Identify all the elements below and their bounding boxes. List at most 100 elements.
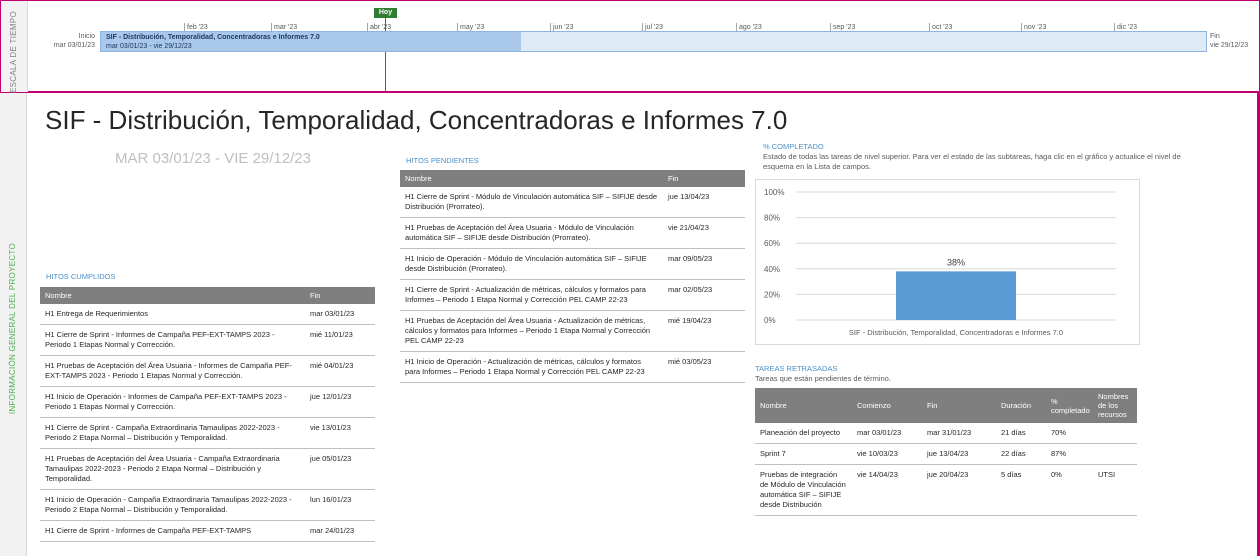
report-sidebar: INFORMACIÓN GENERAL DEL PROYECTO: [0, 93, 27, 556]
table-row[interactable]: H1 Inicio de Operación - Campaña Extraor…: [40, 489, 375, 521]
table-row[interactable]: H1 Cierre de Sprint - Campaña Extraordin…: [40, 417, 375, 449]
timescale-start: Inicio mar 03/01/23: [41, 32, 95, 50]
table-row[interactable]: Sprint 7 vie 10/03/23 jue 13/04/23 22 dí…: [755, 443, 1137, 465]
column-header-completado[interactable]: % completado: [1046, 388, 1093, 423]
chart-y-tick-label: 0%: [764, 316, 776, 325]
cell-name: H1 Cierre de Sprint - Campaña Extraordin…: [40, 417, 305, 449]
chart-data-label: 38%: [947, 257, 965, 267]
column-header-duracion[interactable]: Duración: [996, 388, 1046, 423]
table-row[interactable]: H1 Inicio de Operación - Módulo de Vincu…: [400, 248, 745, 280]
cell-fin: jue 13/04/23: [922, 443, 996, 465]
cell-resources: UTSI: [1093, 464, 1137, 516]
table-header-row: Nombre Fin: [40, 287, 375, 304]
cell-fin: jue 13/04/23: [663, 187, 745, 218]
cell-fin: mar 09/05/23: [663, 248, 745, 280]
timescale-side-label: ESCALA DE TIEMPO: [9, 11, 18, 94]
table-row[interactable]: H1 Cierre de Sprint - Módulo de Vinculac…: [400, 187, 745, 218]
cell-duration: 5 días: [996, 464, 1046, 516]
chart-y-tick-label: 100%: [764, 188, 784, 197]
cell-start: vie 14/04/23: [852, 464, 922, 516]
column-header-fin[interactable]: Fin: [663, 170, 745, 187]
tareas-retrasadas-description: Tareas que están pendientes de término.: [755, 374, 891, 383]
cell-name: H1 Cierre de Sprint - Módulo de Vinculac…: [400, 187, 663, 218]
cell-duration: 22 días: [996, 443, 1046, 465]
column-header-fin[interactable]: Fin: [305, 287, 375, 304]
cell-fin: jue 20/04/23: [922, 464, 996, 516]
timescale-start-label: Inicio: [78, 33, 95, 40]
tareas-retrasadas-title: TAREAS RETRASADAS: [755, 364, 838, 373]
chart-y-tick-label: 80%: [764, 214, 780, 223]
cell-resources: [1093, 423, 1137, 444]
chart-y-tick-label: 60%: [764, 239, 780, 248]
cell-fin: mié 04/01/23: [305, 355, 375, 387]
hitos-pendientes-table: Nombre Fin H1 Cierre de Sprint - Módulo …: [400, 170, 745, 383]
table-row[interactable]: H1 Inicio de Operación - Informes de Cam…: [40, 386, 375, 418]
report-title: SIF - Distribución, Temporalidad, Concen…: [45, 105, 788, 135]
cell-duration: 21 días: [996, 423, 1046, 444]
cell-fin: mar 03/01/23: [305, 304, 375, 325]
cell-start: mar 03/01/23: [852, 423, 922, 444]
table-row[interactable]: H1 Cierre de Sprint - Actualización de m…: [400, 279, 745, 311]
cell-percent: 87%: [1046, 443, 1093, 465]
completado-chart[interactable]: 0% 20% 40% 60% 80% 100% 38% SIF - Distribución,…: [755, 179, 1140, 345]
cell-name: H1 Inicio de Operación - Actualización d…: [400, 351, 663, 383]
column-header-recursos[interactable]: Nombres de los recursos: [1093, 388, 1137, 423]
cell-name: Planeación del proyecto: [755, 423, 852, 444]
column-header-nombre[interactable]: Nombre: [755, 388, 852, 423]
column-header-comienzo[interactable]: Comienzo: [852, 388, 922, 423]
table-row[interactable]: Pruebas de integración de Módulo de Vinc…: [755, 464, 1137, 516]
cell-resources: [1093, 443, 1137, 465]
cell-name: Pruebas de integración de Módulo de Vinc…: [755, 464, 852, 516]
cell-name: H1 Pruebas de Aceptación del Área Usuari…: [400, 217, 663, 249]
timescale-start-date: mar 03/01/23: [53, 42, 95, 49]
table-row[interactable]: H1 Cierre de Sprint - Informes de Campañ…: [40, 520, 375, 542]
table-row[interactable]: H1 Cierre de Sprint - Informes de Campañ…: [40, 324, 375, 356]
cell-fin: vie 13/01/23: [305, 417, 375, 449]
chart-category-label: SIF - Distribución, Temporalidad, Concen…: [849, 328, 1063, 337]
tareas-retrasadas-table: Nombre Comienzo Fin Duración % completad…: [755, 388, 1137, 516]
chart-y-tick-label: 20%: [764, 290, 780, 299]
hitos-cumplidos-title: HITOS CUMPLIDOS: [46, 272, 116, 281]
hitos-cumplidos-table: Nombre Fin H1 Entrega de Requerimientos m…: [40, 287, 375, 542]
timescale-bar-name: SIF - Distribución, Temporalidad, Concen…: [106, 34, 320, 41]
chart-y-tick-label: 40%: [764, 265, 780, 274]
timescale-end-date: vie 29/12/23: [1210, 42, 1249, 49]
table-row[interactable]: Planeación del proyecto mar 03/01/23 mar…: [755, 423, 1137, 444]
cell-fin: mar 24/01/23: [305, 520, 375, 542]
completado-title: % COMPLETADO: [763, 142, 824, 151]
column-header-nombre[interactable]: Nombre: [400, 170, 663, 187]
cell-name: H1 Cierre de Sprint - Informes de Campañ…: [40, 520, 305, 542]
today-line: [385, 18, 386, 92]
cell-name: Sprint 7: [755, 443, 852, 465]
chart-bar[interactable]: [896, 271, 1016, 320]
cell-percent: 0%: [1046, 464, 1093, 516]
timescale-project-bar[interactable]: SIF - Distribución, Temporalidad, Concen…: [100, 31, 1207, 52]
table-row[interactable]: H1 Pruebas de Aceptación del Área Usuari…: [40, 355, 375, 387]
cell-name: H1 Cierre de Sprint - Actualización de m…: [400, 279, 663, 311]
timescale-end-label: Fin: [1210, 33, 1220, 40]
cell-name: H1 Inicio de Operación - Campaña Extraor…: [40, 489, 305, 521]
cell-name: H1 Entrega de Requerimientos: [40, 304, 305, 325]
table-header-row: Nombre Fin: [400, 170, 745, 187]
today-marker: Hoy: [374, 8, 397, 18]
table-row[interactable]: H1 Entrega de Requerimientos mar 03/01/23: [40, 304, 375, 325]
table-row[interactable]: H1 Pruebas de Aceptación del Área Usuari…: [400, 217, 745, 249]
completado-description: Estado de todas las tareas de nivel supe…: [763, 152, 1181, 171]
table-row[interactable]: H1 Pruebas de Aceptación del Área Usuari…: [40, 448, 375, 490]
report-date-range: MAR 03/01/23 - VIE 29/12/23: [115, 150, 311, 167]
cell-fin: vie 21/04/23: [663, 217, 745, 249]
table-row[interactable]: H1 Pruebas de Aceptación del Área Usuari…: [400, 310, 745, 352]
timescale-sidebar: ESCALA DE TIEMPO: [1, 1, 28, 94]
table-row[interactable]: H1 Inicio de Operación - Actualización d…: [400, 351, 745, 383]
completado-chart-svg: 0% 20% 40% 60% 80% 100% 38% SIF - Distribución,…: [764, 188, 1116, 337]
cell-name: H1 Inicio de Operación - Informes de Cam…: [40, 386, 305, 418]
column-header-fin[interactable]: Fin: [922, 388, 996, 423]
hitos-pendientes-title: HITOS PENDIENTES: [406, 156, 479, 165]
timescale-end: Fin vie 29/12/23: [1210, 32, 1248, 50]
timescale-band: ESCALA DE TIEMPO feb '23 mar '23 abr '23…: [0, 0, 1260, 93]
cell-fin: mar 31/01/23: [922, 423, 996, 444]
column-header-nombre[interactable]: Nombre: [40, 287, 305, 304]
cell-start: vie 10/03/23: [852, 443, 922, 465]
report-side-label: INFORMACIÓN GENERAL DEL PROYECTO: [8, 243, 17, 415]
cell-fin: mié 19/04/23: [663, 310, 745, 352]
